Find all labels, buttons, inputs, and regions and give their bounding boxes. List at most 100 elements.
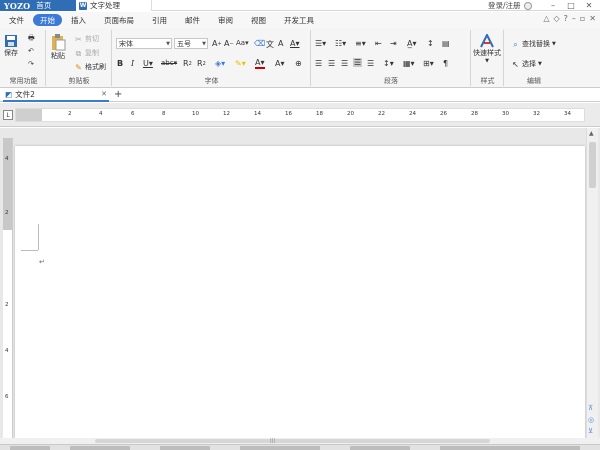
sort-icon[interactable]: ↕ [427,39,434,48]
user-avatar-icon[interactable] [523,1,532,10]
home-tab[interactable]: YOZO 首页 [0,0,76,11]
ruler-tick: 30 [502,111,509,117]
shading-icon[interactable]: ▦▾ [403,59,415,68]
vertical-scroll-thumb[interactable] [589,142,596,188]
minimize-button[interactable]: – [546,0,560,11]
ruler-tick: 12 [223,111,230,117]
italic-icon[interactable]: I [131,59,134,68]
login-link[interactable]: 登录/注册 [488,0,532,11]
highlight-icon[interactable]: ✎▾ [235,59,246,68]
document-tab-label: 文件2 [15,89,35,99]
vertical-ruler[interactable]: 4 2 2 4 6 [3,138,13,438]
scroll-up-icon[interactable]: ▲ [589,130,594,137]
undo-icon[interactable]: ↶ [28,47,34,55]
chevron-down-icon: ▼ [166,40,170,47]
ruler-tick: 26 [440,111,447,117]
close-button[interactable]: ✕ [582,0,596,11]
char-shade-icon[interactable]: A▾ [275,59,285,68]
vertical-scrollbar[interactable]: ▲ ⊼ ◎ ⊻ [586,128,598,438]
borders-icon[interactable]: ⊞▾ [423,59,434,68]
ruler-tick: 18 [316,111,323,117]
font-color-icon[interactable]: A▾ [255,59,265,69]
decrease-indent-icon[interactable]: ⇤ [375,39,382,48]
restore-button[interactable]: □ [564,0,578,11]
font-size-select[interactable]: 五号 ▼ [174,38,208,49]
find-icon: ⌕ [513,39,518,49]
minimize-doc-icon[interactable]: – [572,14,576,23]
shrink-font-icon[interactable]: A − [224,39,234,48]
underline-icon[interactable]: U▾ [143,59,153,68]
prev-page-icon[interactable]: ⊼ [588,404,593,412]
align-right-icon[interactable]: ☰ [341,59,348,68]
horizontal-scroll-thumb[interactable] [95,439,490,443]
change-case-icon[interactable]: Aa▾ [236,39,249,47]
document-page[interactable]: ↵ [15,146,585,438]
menu-review[interactable]: 审阅 [209,14,242,26]
restore-doc-icon[interactable]: ▫ [580,14,585,23]
format-painter-button[interactable]: ✎ 格式刷 [74,62,106,72]
new-tab-button[interactable]: + [114,89,122,100]
menu-home[interactable]: 开始 [33,14,62,26]
numbering-icon[interactable]: ☷▾ [335,39,346,48]
next-page-icon[interactable]: ⊻ [588,427,593,435]
show-hide-marks-icon[interactable]: ▤ [442,39,450,48]
char-border-icon[interactable]: A [278,39,283,48]
increase-indent-icon[interactable]: ⇥ [390,39,397,48]
tab-stop-selector[interactable]: L [3,110,13,120]
subscript-icon[interactable]: R2 [183,59,192,68]
menu-view[interactable]: 视图 [242,14,275,26]
menu-mailings[interactable]: 邮件 [176,14,209,26]
redo-icon[interactable]: ↷ [28,60,34,68]
text-effect-icon[interactable]: ◈▾ [215,59,225,68]
menu-insert[interactable]: 插入 [62,14,95,26]
group-font-label: 字体 [204,77,219,85]
document-canvas: 4 2 2 4 6 ↵ ▲ ⊼ ◎ ⊻ [0,128,600,438]
help-icon[interactable]: ? [564,14,568,23]
chevron-down-icon: ▼ [202,40,206,47]
zoom-slider[interactable] [440,446,580,450]
close-doc-icon[interactable]: ✕ [589,14,596,23]
print-icon[interactable]: 🖶 [28,34,35,45]
char-shading-icon[interactable]: A▾ [290,39,300,48]
menu-page-layout[interactable]: 页面布局 [95,14,143,26]
line-spacing-icon[interactable]: ↕▾ [383,59,394,68]
copy-button[interactable]: ⧉ 复制 [74,48,99,58]
word-processor-tab[interactable]: W 文字处理 [76,0,152,11]
paragraph-mark-icon[interactable]: ¶ [443,59,448,68]
collapse-ribbon-icon[interactable]: △ [543,14,549,23]
cut-button[interactable]: ✂ 剪切 [74,34,99,44]
select-button[interactable]: ↖ 选择 ▼ [511,59,542,69]
enclose-char-icon[interactable]: ⊕ [295,59,302,68]
distributed-icon[interactable]: ☰ [367,59,374,68]
save-button[interactable]: 保存 [4,34,18,58]
justify-icon[interactable]: ☰ [353,58,363,67]
multilevel-list-icon[interactable]: ≡▾ [355,39,366,48]
group-common: 保存 🖶 ↶ ↷ 常用功能 [2,30,46,86]
superscript-icon[interactable]: R2 [197,59,206,68]
font-name-select[interactable]: 宋体 ▼ [116,38,172,49]
bullets-icon[interactable]: ☰▾ [315,39,326,48]
find-replace-button[interactable]: ⌕ 查找替换 ▼ [511,39,556,49]
phonetic-icon[interactable]: 文 [266,39,274,50]
close-tab-icon[interactable]: ✕ [101,90,107,98]
ruler-tick: 24 [409,111,416,117]
margin-corner-mark [37,224,39,250]
chevron-down-icon: ▼ [485,58,489,64]
vruler-tick: 4 [5,156,9,162]
grow-font-icon[interactable]: A + [212,39,222,48]
menu-file[interactable]: 文件 [0,14,33,26]
chinese-layout-icon[interactable]: A̲▾ [407,39,417,48]
ruler-strip[interactable]: 2 4 6 8 10 12 14 16 18 20 22 24 26 28 30… [15,108,585,122]
align-center-icon[interactable]: ☰ [328,59,335,68]
clear-format-icon[interactable]: ⌫ [254,39,265,48]
document-tab[interactable]: ◩ 文件2 ✕ [3,88,109,102]
menu-references[interactable]: 引用 [143,14,176,26]
paste-button[interactable]: 粘贴 [50,33,66,61]
menu-developer[interactable]: 开发工具 [275,14,323,26]
strikethrough-icon[interactable]: abc▾ [161,59,177,67]
align-left-icon[interactable]: ☰ [315,59,322,68]
skin-icon[interactable]: ◇ [553,14,559,23]
quick-styles-button[interactable]: 快速样式 ▼ [473,34,501,64]
bold-icon[interactable]: B [117,59,123,68]
browse-object-icon[interactable]: ◎ [588,416,594,424]
